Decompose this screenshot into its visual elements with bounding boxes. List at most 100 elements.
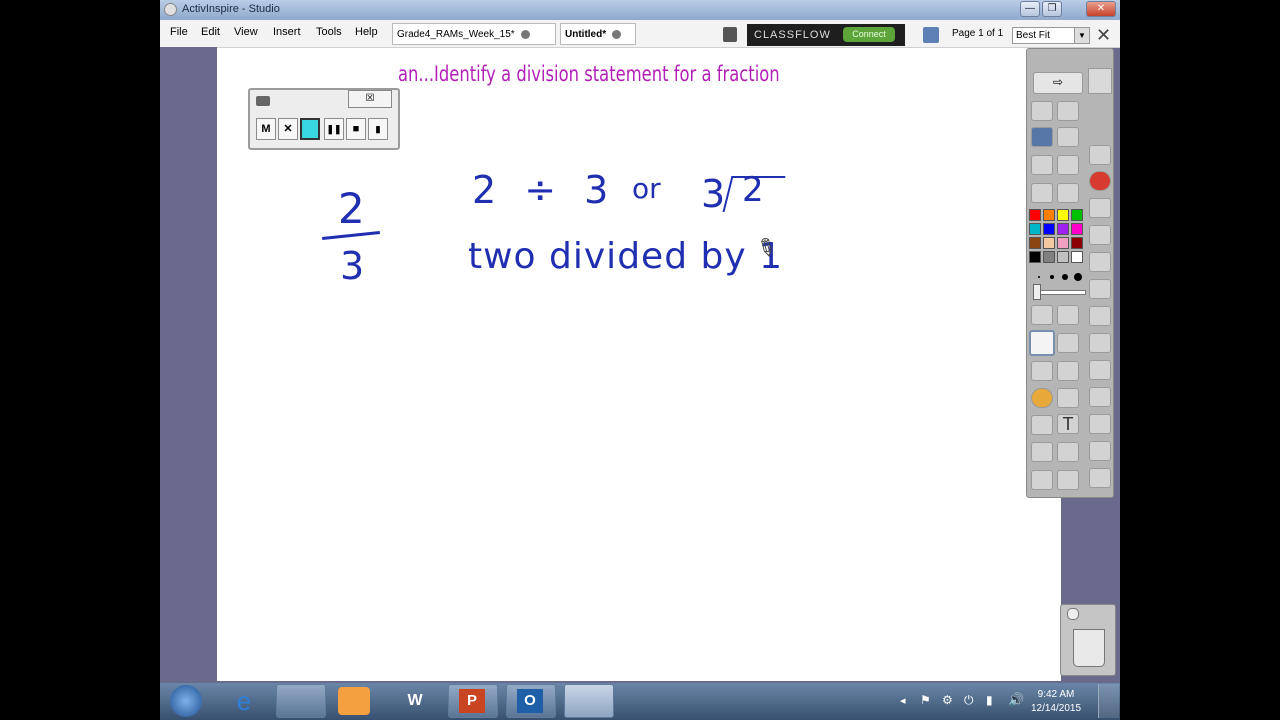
recorder-options-button[interactable]: ▮: [368, 118, 388, 140]
notebook-icon[interactable]: [723, 27, 737, 42]
paste-icon[interactable]: [1089, 414, 1111, 434]
desktop-tools-icon[interactable]: [1031, 127, 1053, 147]
notes-icon[interactable]: [1089, 225, 1111, 245]
magic-icon[interactable]: [1089, 198, 1111, 218]
width-dot[interactable]: [1062, 274, 1068, 280]
grid-icon[interactable]: [1089, 441, 1111, 461]
pen-tool-icon[interactable]: [1029, 330, 1055, 356]
clear-icon[interactable]: [1089, 171, 1111, 191]
color-swatch-silver[interactable]: [1057, 251, 1069, 263]
minimize-button[interactable]: —: [1020, 1, 1040, 17]
annotate-desktop-icon[interactable]: [1089, 333, 1111, 353]
close-button[interactable]: ✕: [1086, 1, 1116, 17]
menu-tools[interactable]: Tools: [316, 26, 342, 38]
fill-icon[interactable]: [1057, 361, 1079, 381]
word-icon[interactable]: W: [398, 687, 432, 715]
color-swatch-red[interactable]: [1029, 209, 1041, 221]
calculator-icon[interactable]: [1089, 279, 1111, 299]
color-swatch-orange[interactable]: [1043, 209, 1055, 221]
width-dot[interactable]: [1050, 275, 1054, 279]
print-icon[interactable]: [1089, 306, 1111, 326]
trash-can[interactable]: [1060, 604, 1116, 676]
outlook-taskbar-button[interactable]: O: [506, 684, 556, 718]
color-swatch-peach[interactable]: [1043, 237, 1055, 249]
menu-file[interactable]: File: [170, 26, 188, 38]
menu-insert[interactable]: Insert: [273, 26, 301, 38]
color-swatch-maroon[interactable]: [1071, 237, 1083, 249]
flag-icon[interactable]: ⚑: [920, 693, 931, 707]
color-swatch-brown[interactable]: [1029, 237, 1041, 249]
fullscreen-icon[interactable]: ✕: [1096, 26, 1111, 44]
volume-icon[interactable]: 🔊: [1008, 692, 1024, 708]
color-swatch-gray[interactable]: [1043, 251, 1055, 263]
camera-icon[interactable]: [1089, 387, 1111, 407]
highlighter-icon[interactable]: [1057, 333, 1079, 353]
reset-icon[interactable]: [1057, 470, 1079, 490]
signal-icon[interactable]: ▮: [986, 693, 993, 707]
color-swatch-black[interactable]: [1029, 251, 1041, 263]
pen-width-selector[interactable]: [1034, 272, 1084, 282]
menu-edit[interactable]: Edit: [201, 26, 220, 38]
width-dot[interactable]: [1038, 276, 1040, 278]
recorder-pause-button[interactable]: ❚❚: [324, 118, 344, 140]
show-desktop-button[interactable]: [1098, 684, 1119, 718]
network-share-icon[interactable]: ⚙: [942, 693, 953, 707]
tab-close-icon[interactable]: [520, 29, 530, 39]
internet-explorer-icon[interactable]: e: [222, 685, 266, 717]
activinspire-taskbar-button[interactable]: [564, 684, 614, 718]
color-swatch-cyan[interactable]: [1029, 223, 1041, 235]
eraser-icon[interactable]: [1031, 361, 1053, 381]
resource-browser-icon[interactable]: [1057, 101, 1079, 121]
gear-icon[interactable]: [1089, 468, 1111, 488]
text-tool-icon[interactable]: T: [1057, 414, 1079, 434]
toolbox-flip-icon[interactable]: ⇨: [1033, 72, 1083, 94]
clock[interactable]: 9:42 AM 12/14/2015: [1028, 688, 1084, 716]
power-icon[interactable]: ⏻: [964, 693, 974, 708]
width-dot[interactable]: [1074, 273, 1082, 281]
revealer-icon[interactable]: [1031, 415, 1053, 435]
width-slider-track[interactable]: [1034, 290, 1086, 295]
trash-pin-icon[interactable]: [1067, 608, 1079, 620]
recorder-record-area-button[interactable]: [300, 118, 320, 140]
color-swatch-white[interactable]: [1071, 251, 1083, 263]
property-browser-icon[interactable]: [1057, 127, 1079, 147]
menu-help[interactable]: Help: [355, 26, 378, 38]
shape-icon[interactable]: [1031, 388, 1053, 408]
color-swatch-magenta[interactable]: [1071, 223, 1083, 235]
color-swatch-yellow[interactable]: [1057, 209, 1069, 221]
powerpoint-taskbar-button[interactable]: P: [448, 684, 498, 718]
color-swatch-blue[interactable]: [1043, 223, 1055, 235]
color-swatch-purple[interactable]: [1057, 223, 1069, 235]
recorder-cancel-button[interactable]: ✕: [278, 118, 298, 140]
redo-icon[interactable]: [1031, 470, 1053, 490]
page-browser-tool-icon[interactable]: [1031, 101, 1053, 121]
spotlight-icon[interactable]: [1089, 145, 1111, 165]
recorder-close-icon[interactable]: ☒: [348, 90, 392, 108]
recorder-widget[interactable]: ☒ M ✕ ❚❚ ■ ▮: [248, 88, 400, 150]
page-browser-icon[interactable]: [923, 27, 939, 43]
zoom-select[interactable]: Best Fit ▼: [1012, 27, 1090, 44]
connect-button[interactable]: Connect: [843, 27, 895, 42]
color-swatch-green[interactable]: [1071, 209, 1083, 221]
annotate-icon[interactable]: [1089, 252, 1111, 272]
start-button[interactable]: [170, 685, 202, 717]
recorder-stop-button[interactable]: ■: [346, 118, 366, 140]
tray-chevron-icon[interactable]: ◂: [900, 694, 906, 707]
maximize-button[interactable]: ❐: [1042, 1, 1062, 17]
connector-icon[interactable]: [1057, 388, 1079, 408]
undo-icon[interactable]: [1057, 442, 1079, 462]
media-player-icon[interactable]: [338, 687, 370, 715]
color-swatch-pink[interactable]: [1057, 237, 1069, 249]
recorder-m-button[interactable]: M: [256, 118, 276, 140]
tab-untitled[interactable]: Untitled*: [560, 23, 636, 45]
globe-icon[interactable]: [1057, 183, 1079, 203]
magic-ink-icon[interactable]: [1057, 305, 1079, 325]
delete-icon[interactable]: [1089, 360, 1111, 380]
page-next-icon[interactable]: [1057, 155, 1079, 175]
explorer-taskbar-button[interactable]: [276, 684, 326, 718]
pin-icon[interactable]: [1031, 442, 1053, 462]
play-icon[interactable]: [1031, 183, 1053, 203]
select-tool-icon[interactable]: [1031, 305, 1053, 325]
menu-view[interactable]: View: [234, 26, 258, 38]
page-prev-icon[interactable]: [1031, 155, 1053, 175]
